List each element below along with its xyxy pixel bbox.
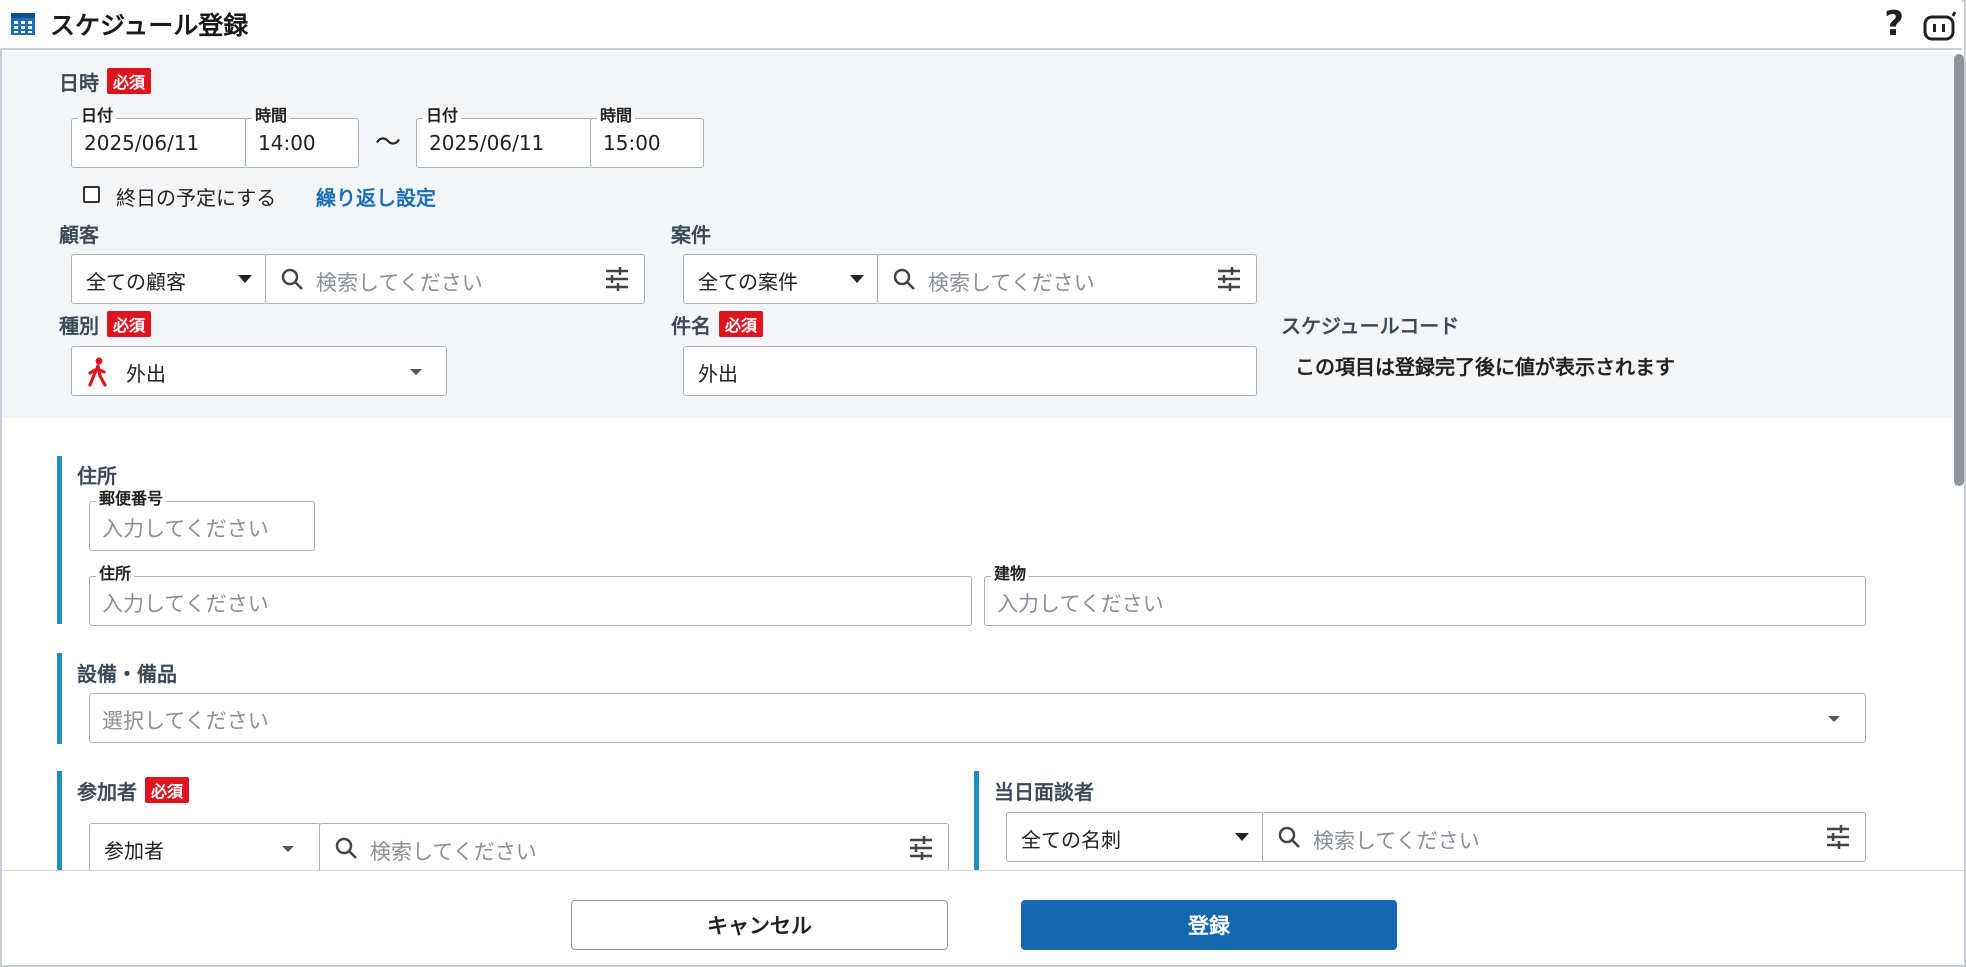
range-separator: 〜 xyxy=(375,128,402,158)
title-bar: スケジュール登録 ? xyxy=(0,0,1962,50)
dialog-footer: キャンセル 登録 xyxy=(2,870,1964,965)
section-bar xyxy=(57,771,62,870)
end-time-field[interactable]: 時間 15:00 xyxy=(590,107,704,168)
datetime-label: 日時 必須 xyxy=(59,67,152,96)
customer-label: 顧客 xyxy=(59,223,99,247)
start-time-field[interactable]: 時間 14:00 xyxy=(245,107,359,168)
section-bar xyxy=(57,653,62,744)
address-input[interactable]: 住所 入力してください xyxy=(89,565,972,626)
interviewee-filter-select[interactable]: 全ての名刺 xyxy=(1006,812,1264,862)
cancel-button[interactable]: キャンセル xyxy=(571,900,948,950)
required-badge: 必須 xyxy=(145,777,190,803)
start-date-field[interactable]: 日付 2025/06/11 xyxy=(71,107,247,168)
chevron-down-icon xyxy=(850,275,864,283)
schedule-code-label: スケジュールコード xyxy=(1281,314,1460,338)
customer-filter-select[interactable]: 全ての顧客 xyxy=(71,254,267,304)
subject-input[interactable]: 外出 xyxy=(683,346,1257,396)
search-icon xyxy=(893,268,915,290)
required-badge: 必須 xyxy=(719,311,764,337)
allday-label: 終日の予定にする xyxy=(116,186,277,210)
project-search-input[interactable]: 検索してください xyxy=(877,254,1257,304)
project-label: 案件 xyxy=(671,223,711,247)
page-title: スケジュール登録 xyxy=(50,11,249,40)
scrollbar-thumb[interactable] xyxy=(1954,54,1964,486)
subject-label: 件名 必須 xyxy=(671,310,764,339)
building-input[interactable]: 建物 入力してください xyxy=(984,565,1866,626)
search-icon xyxy=(281,268,303,290)
zip-code-input[interactable]: 郵便番号 入力してください xyxy=(89,490,315,551)
required-badge: 必須 xyxy=(107,68,152,94)
calendar-icon xyxy=(11,13,35,35)
search-icon xyxy=(1278,826,1300,848)
repeat-settings-link[interactable]: 繰り返し設定 xyxy=(316,182,436,211)
participants-search-input[interactable]: 検索してください xyxy=(319,823,949,873)
participants-section-label: 参加者 必須 xyxy=(77,776,190,805)
type-select[interactable]: 外出 xyxy=(71,346,447,396)
walking-person-icon xyxy=(88,357,107,387)
section-bar xyxy=(974,771,979,870)
help-icon[interactable]: ? xyxy=(1884,7,1904,41)
customer-search-input[interactable]: 検索してください xyxy=(265,254,645,304)
filter-settings-icon[interactable] xyxy=(1825,825,1851,849)
chevron-down-icon xyxy=(1828,716,1840,722)
submit-button[interactable]: 登録 xyxy=(1021,900,1397,950)
chevron-down-icon xyxy=(238,275,252,283)
required-badge: 必須 xyxy=(107,311,152,337)
type-label: 種別 必須 xyxy=(59,310,152,339)
filter-settings-icon[interactable] xyxy=(604,267,630,291)
allday-checkbox[interactable] xyxy=(83,186,100,203)
chevron-down-icon xyxy=(1235,833,1249,841)
interviewee-search-input[interactable]: 検索してください xyxy=(1262,812,1866,862)
end-date-field[interactable]: 日付 2025/06/11 xyxy=(416,107,592,168)
project-filter-select[interactable]: 全ての案件 xyxy=(683,254,879,304)
participants-filter-select[interactable]: 参加者 xyxy=(89,823,321,873)
chevron-down-icon xyxy=(410,369,422,375)
address-section-label: 住所 xyxy=(77,464,117,488)
section-bar xyxy=(57,456,62,624)
interviewee-section-label: 当日面談者 xyxy=(994,780,1094,804)
assistant-bot-icon[interactable] xyxy=(1922,10,1958,42)
basic-info-panel: 日時 必須 日付 2025/06/11 時間 14:00 〜 日付 2025/06… xyxy=(2,52,1952,418)
chevron-down-icon xyxy=(282,846,294,852)
schedule-code-note: この項目は登録完了後に値が表示されます xyxy=(1295,355,1675,379)
search-icon xyxy=(335,837,357,859)
equipment-section-label: 設備・備品 xyxy=(77,662,177,686)
filter-settings-icon[interactable] xyxy=(1216,267,1242,291)
filter-settings-icon[interactable] xyxy=(908,836,934,860)
equipment-select[interactable]: 選択してください xyxy=(89,693,1866,743)
